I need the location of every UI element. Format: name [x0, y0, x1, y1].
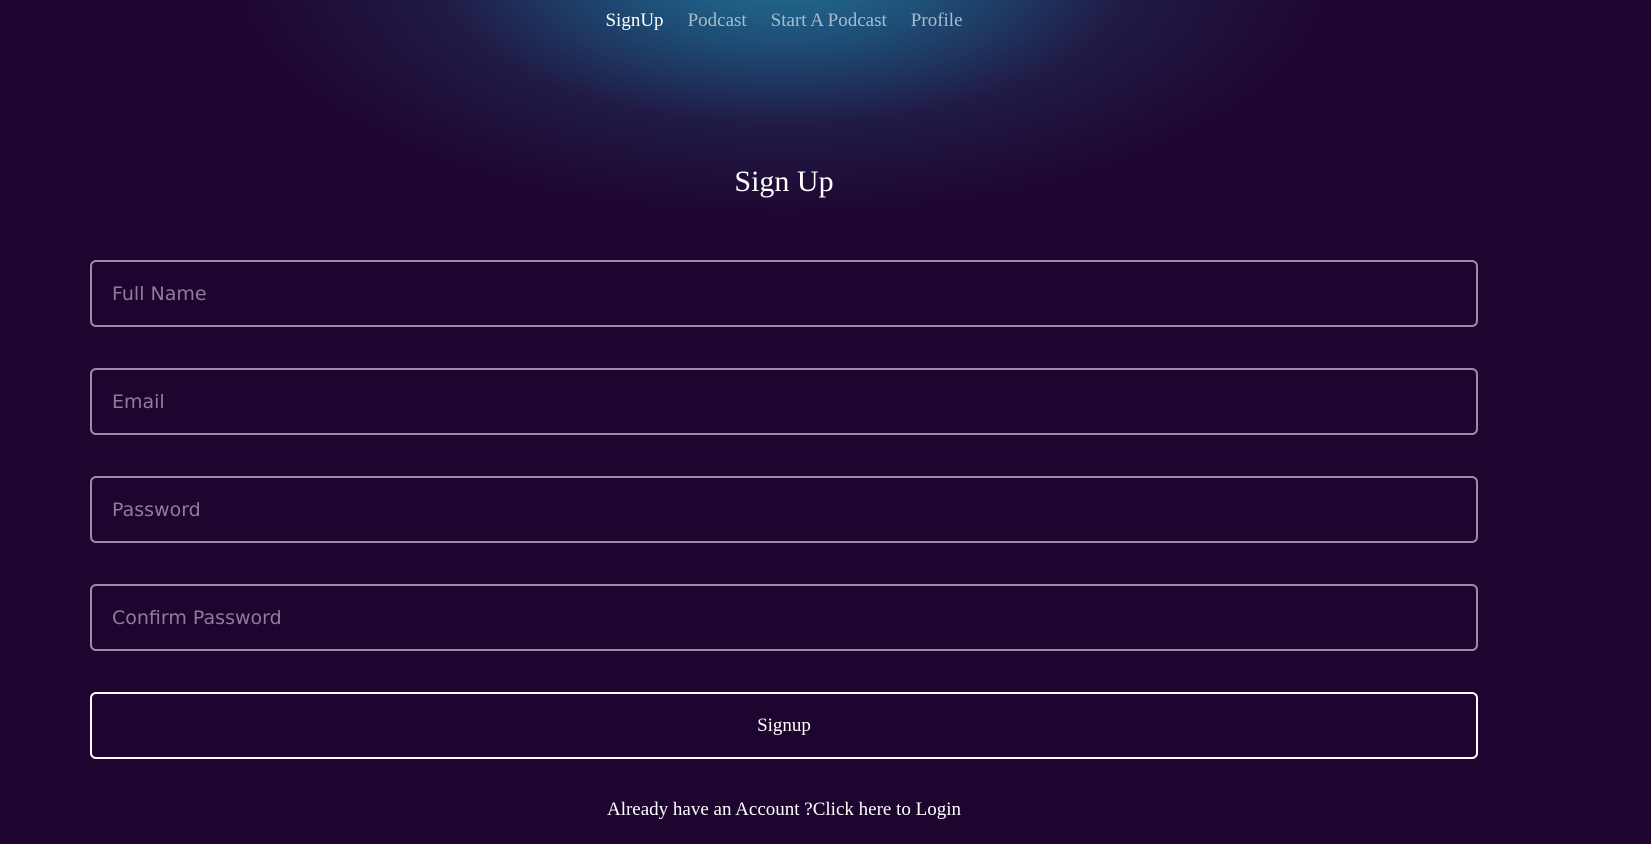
page-title: Sign Up [734, 165, 834, 198]
email-input[interactable] [90, 368, 1478, 435]
nav-signup-link[interactable]: SignUp [605, 10, 663, 32]
signup-button[interactable]: Signup [90, 692, 1478, 759]
password-input[interactable] [90, 476, 1478, 543]
nav-podcast-link[interactable]: Podcast [688, 10, 747, 32]
top-nav: SignUp Podcast Start A Podcast Profile [0, 10, 1568, 32]
nav-start-podcast-link[interactable]: Start A Podcast [771, 10, 887, 32]
confirm-password-input[interactable] [90, 584, 1478, 651]
login-link[interactable]: Already have an Account ?Click here to L… [0, 799, 1568, 821]
full-name-input[interactable] [90, 260, 1478, 327]
nav-profile-link[interactable]: Profile [911, 10, 963, 32]
